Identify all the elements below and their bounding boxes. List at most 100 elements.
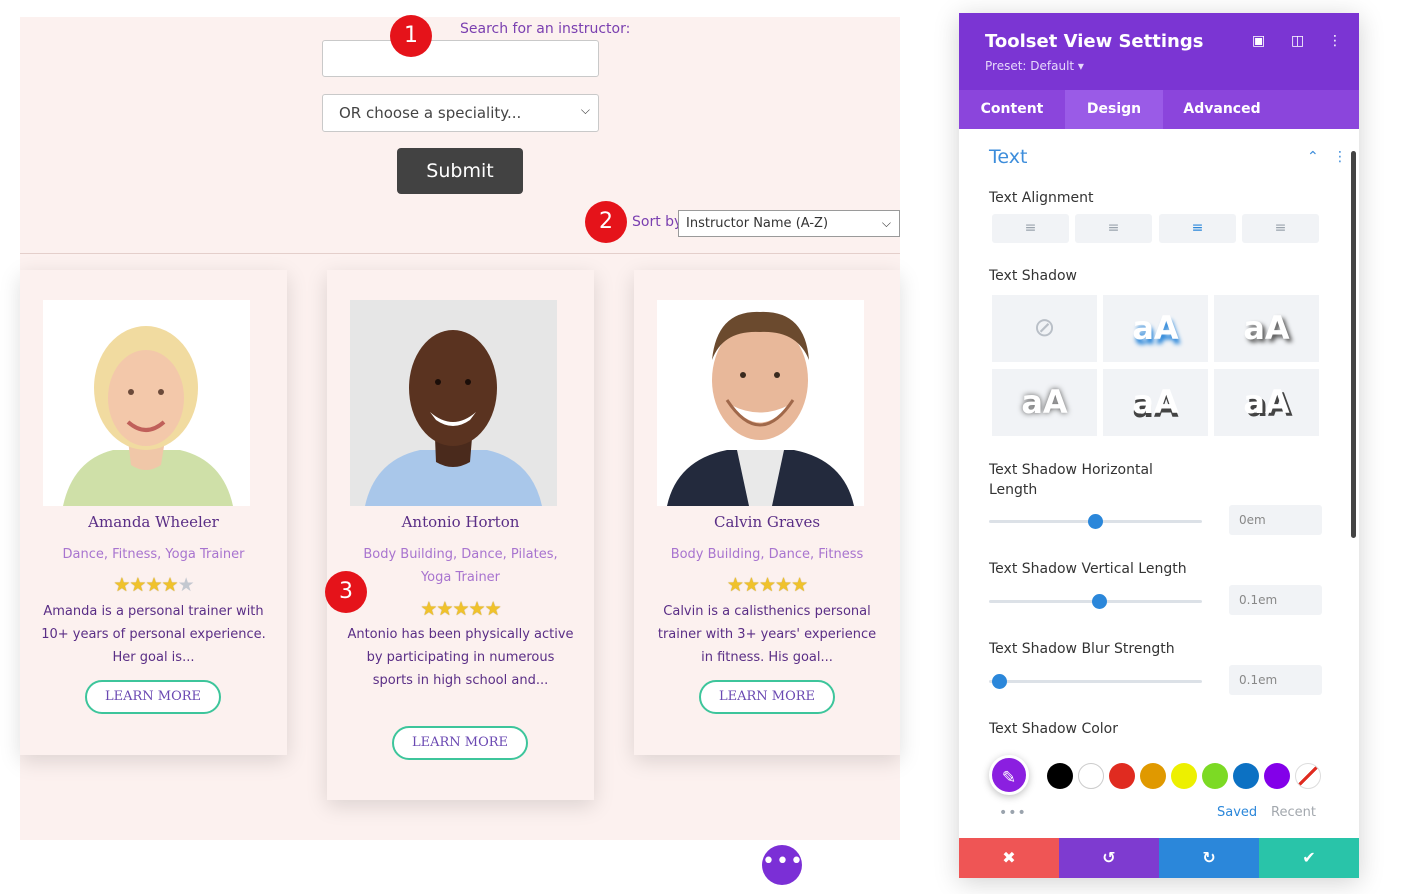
instructor-name: Amanda Wheeler [88,513,219,531]
speciality-select[interactable]: OR choose a speciality... ⌵ [322,94,599,132]
star-filled-icon: ★ [420,598,437,620]
shadow-color-label: Text Shadow Color [989,721,1119,737]
panel-tabs: Content Design Advanced [959,90,1359,129]
instructor-directory-preview: Search for an instructor: OR choose a sp… [20,17,900,840]
clear-color-swatch[interactable] [1295,763,1321,789]
blur-strength-slider[interactable] [989,680,1202,683]
fullscreen-icon[interactable]: ▣ [1252,33,1265,49]
blur-strength-input[interactable]: 0.1em [1229,665,1322,695]
star-empty-icon: ★ [177,574,195,596]
align-justify-button[interactable]: ≡ [1242,214,1319,243]
blur-strength-slider-handle[interactable] [992,674,1008,689]
align-center-button[interactable]: ≡ [1075,214,1152,243]
align-left-icon: ≡ [1024,220,1037,236]
text-alignment-label: Text Alignment [989,190,1094,206]
no-shadow-option[interactable]: ⊘ [992,295,1097,362]
divider [20,253,900,254]
shadow-preset-5[interactable]: aA [1214,369,1319,436]
learn-more-button[interactable]: LEARN MORE [85,680,221,714]
slider-label: Text Shadow Vertical Length [989,561,1187,577]
star-filled-icon: ★ [129,574,146,596]
star-filled-icon: ★ [436,598,453,620]
instructor-card: Amanda Wheeler Dance, Fitness, Yoga Trai… [20,270,287,755]
color-swatch[interactable] [1202,763,1228,789]
shadow-preset-4[interactable]: aA [1103,369,1208,436]
learn-more-button[interactable]: LEARN MORE [392,726,528,760]
star-filled-icon: ★ [484,598,502,620]
instructor-photo [657,300,864,506]
sort-select[interactable]: Instructor Name (A-Z) ⌵ [678,210,900,237]
more-vertical-icon[interactable]: ⋮ [1333,149,1347,165]
ban-icon: ⊘ [1033,313,1056,343]
more-options-button[interactable]: ••• [762,845,803,885]
instructor-description: Calvin is a calisthenics personal traine… [657,604,877,665]
shadow-preset-2[interactable]: aA [1214,295,1319,362]
redo-button[interactable]: ↻ [1159,838,1259,878]
chevron-up-icon[interactable]: ⌃ [1307,149,1319,165]
undo-icon: ↺ [1102,848,1116,867]
align-center-icon: ≡ [1107,220,1120,236]
vertical-length-slider-handle[interactable] [1092,594,1108,609]
slider-label: Text Shadow Blur Strength [989,641,1175,657]
save-button[interactable]: ✔ [1259,838,1359,878]
star-filled-icon: ★ [161,574,179,596]
horizontal-length-slider-handle[interactable] [1088,514,1103,529]
color-swatch[interactable] [1171,763,1197,789]
instructor-photo [350,300,557,506]
align-right-icon: ≡ [1191,220,1204,236]
color-swatch[interactable] [1109,763,1135,789]
sort-label: Sort by [632,214,683,230]
color-swatch[interactable] [1264,763,1290,789]
horizontal-length-input[interactable]: 0em [1229,505,1322,535]
instructor-specialities: Body Building, Dance, Fitness [670,547,864,562]
color-swatch[interactable] [1047,763,1073,789]
step-badge: 2 [585,201,627,243]
saved-colors-tab[interactable]: Saved [1217,805,1257,820]
tab-content[interactable]: Content [959,90,1065,129]
star-filled-icon: ★ [113,574,130,596]
step-badge: 1 [390,15,432,57]
search-input[interactable] [322,40,599,77]
panel-footer: ✖ ↺ ↻ ✔ [959,838,1359,878]
star-filled-icon: ★ [452,598,469,620]
instructor-specialities: Dance, Fitness, Yoga Trainer [62,547,245,562]
color-swatch[interactable] [1078,763,1104,789]
rating-stars: ★★★★★ [20,574,287,596]
more-vertical-icon[interactable]: ⋮ [1328,33,1342,49]
recent-colors-tab[interactable]: Recent [1271,805,1316,820]
tab-advanced[interactable]: Advanced [1163,90,1281,129]
align-right-button[interactable]: ≡ [1159,214,1236,243]
shadow-preset-3[interactable]: aA [992,369,1097,436]
search-label: Search for an instructor: [460,21,631,37]
chevron-down-icon: ⌵ [881,216,891,230]
shadow-preset-1[interactable]: aA [1103,295,1208,362]
vertical-length-input[interactable]: 0.1em [1229,585,1322,615]
scrollbar[interactable] [1351,151,1356,538]
speciality-select-value: OR choose a speciality... [339,104,522,122]
instructor-card: Calvin Graves Body Building, Dance, Fitn… [634,270,900,755]
preset-selector[interactable]: Preset: Default ▾ [985,59,1084,73]
color-swatch[interactable] [1140,763,1166,789]
chevron-down-icon: ⌵ [580,103,590,117]
color-swatch[interactable] [1233,763,1259,789]
align-left-button[interactable]: ≡ [992,214,1069,243]
section-title[interactable]: Text [989,146,1027,168]
check-icon: ✔ [1302,848,1316,867]
star-filled-icon: ★ [791,574,808,596]
settings-panel: Toolset View Settings Preset: Default ▾ … [959,13,1359,878]
cancel-button[interactable]: ✖ [959,838,1059,878]
star-filled-icon: ★ [468,598,486,620]
eyedropper-icon: ✎ [1001,768,1017,788]
star-filled-icon: ★ [758,574,776,596]
more-colors-icon[interactable]: ••• [999,805,1027,821]
tab-design[interactable]: Design [1065,90,1163,129]
color-picker-button[interactable]: ✎ [989,755,1029,795]
rating-stars: ★★★★★ [634,574,900,596]
split-view-icon[interactable]: ◫ [1291,33,1304,49]
star-filled-icon: ★ [775,574,792,596]
learn-more-button[interactable]: LEARN MORE [699,680,835,714]
text-shadow-label: Text Shadow [989,268,1078,284]
submit-button[interactable]: Submit [397,148,523,194]
sort-select-value: Instructor Name (A-Z) [686,216,829,231]
undo-button[interactable]: ↺ [1059,838,1159,878]
